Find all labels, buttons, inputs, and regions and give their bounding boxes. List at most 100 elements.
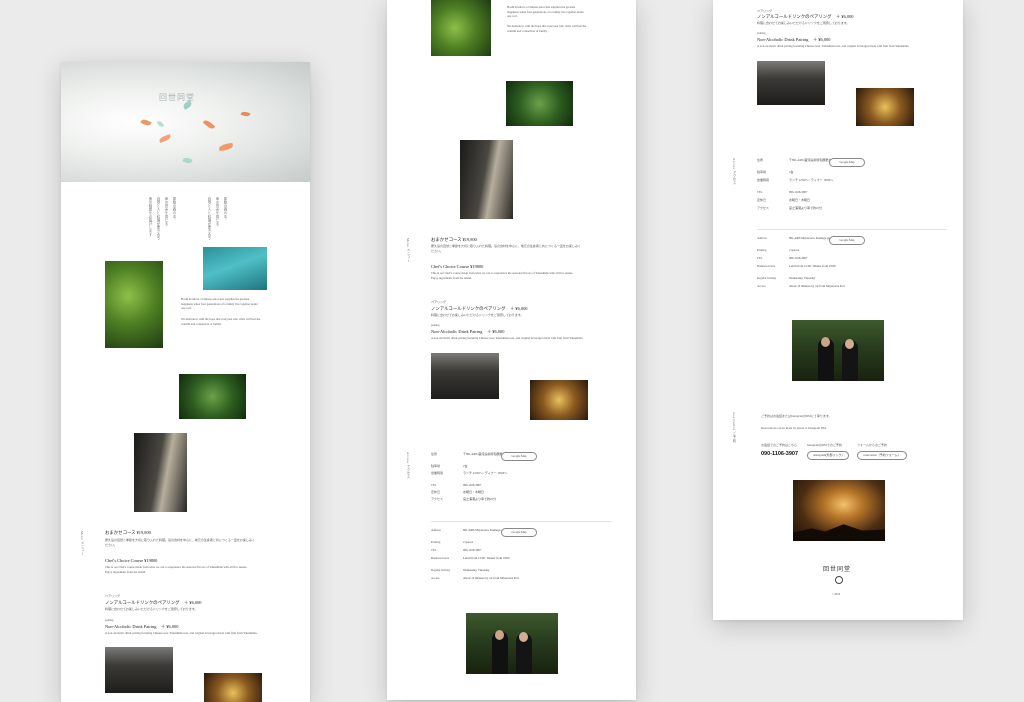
- reservation-intro-en: Reservations can be made by phone or Ins…: [761, 426, 827, 430]
- access-row: Regular holiday Wednesday, Thursday: [431, 568, 490, 572]
- access-row: Parking 2 spaces: [431, 540, 474, 544]
- phone-number[interactable]: 090-1106-3907: [761, 451, 798, 457]
- pairing-desc-en: A non-alcoholic drink pairing featuring …: [431, 336, 584, 340]
- intro-line: 自然と人と料理が響き合う: [156, 197, 160, 241]
- access-row: Business hours Lunch from 12:00 / Dinner …: [757, 264, 836, 268]
- google-map-button-en[interactable]: Google Map: [501, 528, 537, 537]
- fern-photo: [179, 374, 246, 419]
- face: [821, 337, 830, 347]
- chefs-photo: [466, 613, 558, 674]
- intro-line: 命の営みを感じる: [164, 197, 168, 226]
- pairing-desc-en: A non-alcoholic drink pairing featuring …: [757, 44, 910, 48]
- moss-photo: [431, 0, 491, 56]
- pairing-desc-jp: 料理に合わせてお楽しみいただけるドリンクをご用意しております。: [105, 607, 198, 611]
- instagram-label: InstagramのDMでのご予約: [807, 443, 842, 447]
- leaf-decoration: [202, 118, 216, 131]
- access-row: Access About 10 minutes by car from Miyan…: [757, 284, 845, 288]
- pairing-title-en: Non-Alcoholic Drink Pairing ＋ ¥6,000: [431, 329, 505, 334]
- page-preview-middle: Hoshi Kosha is a Chinese place that supp…: [387, 0, 636, 700]
- pairing-title-en: Non-Alcoholic Drink Pairing ＋ ¥6,000: [757, 37, 831, 42]
- access-row: 定休日 水曜日・木曜日: [757, 198, 811, 202]
- soup-photo: [856, 88, 914, 126]
- access-row: TEL 090-1106-3907: [757, 190, 808, 194]
- pairing-en-small: pairing: [431, 323, 440, 327]
- section-menu-label: Menu メニュー: [406, 238, 410, 263]
- pairing-title-en: Non-Alcoholic Drink Pairing ＋ ¥6,000: [105, 624, 179, 629]
- face: [845, 339, 854, 349]
- corridor-photo: [134, 433, 187, 512]
- intro-en-text: Hoshi Kosha is a Chinese place that supp…: [181, 297, 258, 311]
- leaf-decoration: [156, 120, 165, 128]
- footer-emblem-icon: [835, 576, 843, 584]
- sea-photo: [203, 247, 267, 290]
- reservation-form-button[interactable]: reservation（予約フォーム）: [857, 451, 907, 460]
- phone-label: お電話でのご予約はこちら: [761, 443, 798, 447]
- access-row: Business hours Lunch from 12:00 / Dinner …: [431, 556, 510, 560]
- fern-photo: [506, 81, 573, 126]
- basket-photo: [431, 353, 499, 399]
- access-info-en: Address 891-4406 Miyanoura, Kumage-gun Pa…: [757, 236, 947, 306]
- access-row: Parking 2 spaces: [757, 248, 800, 252]
- access-row: 営業時間 ランチ 12:00〜 / ディナー 18:00〜: [757, 178, 834, 182]
- access-row: アクセス 宮之浦港より車で約10分: [757, 206, 822, 210]
- page-preview-top: 回世同堂 原始の森の中、 命の営みを感じる 自然と人と料理が響き合う 食の時間を…: [61, 62, 310, 702]
- sunset-mountain-photo: [793, 480, 885, 541]
- access-row: TEL 090-1106-3907: [431, 548, 482, 552]
- pairing-desc-en: A non-alcoholic drink pairing featuring …: [105, 631, 258, 635]
- access-row: 定休日 水曜日・木曜日: [431, 490, 485, 494]
- course-desc-jp: 屋久島の自然と季節を大切に取り入れた料理。島の食材を中心に、地元の生産者と共につ…: [431, 244, 581, 253]
- intro-line: 原始の森の中、: [172, 197, 176, 223]
- chefs-photo: [792, 320, 884, 381]
- pairing-small-label: ペアリング: [105, 594, 121, 598]
- form-label: フォームからのご予約: [857, 443, 887, 447]
- divider: [431, 521, 611, 522]
- pairing-title-jp: ノンアルコールドリンクのペアリング ＋ ¥6,000: [757, 14, 854, 19]
- intro-en-text-2: We dedicate it with the hope that everyo…: [507, 24, 587, 33]
- intro-vertical-text: 原始の森の中、 命の営みを感じる 自然と人と料理が響き合う 食の時間をお届けしま…: [147, 197, 176, 267]
- course-title-en: Chef's Choice Course ¥19800: [431, 264, 484, 269]
- leaf-decoration: [182, 156, 193, 165]
- access-row: アクセス 宮之浦港より車で約10分: [431, 497, 496, 501]
- access-row: 駐車場 2台: [757, 170, 794, 174]
- access-row: TEL 090-1106-3907: [431, 483, 482, 487]
- intro-en-text-2: We dedicate it with the hope that everyo…: [181, 317, 261, 326]
- section-reservation-label: reservation ご予約: [732, 412, 736, 443]
- instagram-button[interactable]: Instagram(外部リンク): [807, 451, 849, 460]
- basket-photo: [757, 61, 825, 105]
- section-access-label: Access アクセス: [732, 158, 736, 186]
- leaf-decoration: [218, 142, 234, 152]
- access-info-jp: 住所 〒891-4406 鹿児島県熊毛郡屋久島町宮之浦 駐車場 2台 営業時間 ランチ…: [431, 452, 611, 522]
- intro-line: 食の時間をお届けします: [148, 197, 152, 237]
- course-desc-en: This is our Chef's course made from what…: [431, 271, 574, 280]
- access-row: Regular holiday Wednesday, Thursday: [757, 276, 816, 280]
- course-title-jp: おまかせコース ¥19,800: [105, 530, 151, 535]
- pairing-small-label: ペアリング: [431, 300, 447, 304]
- course-desc-en: This is our Chef's course made from what…: [105, 565, 248, 574]
- google-map-button[interactable]: Google Map: [501, 452, 537, 461]
- corridor-photo: [460, 140, 513, 219]
- course-title-jp: おまかせコース ¥19,800: [431, 237, 477, 242]
- access-info-jp: 住所 〒891-4406 鹿児島県熊毛郡屋久島町宮之浦 駐車場 2台 営業時間 ランチ…: [757, 158, 947, 228]
- pairing-desc-jp: 料理に合わせてお楽しみいただけるドリンクをご用意しております。: [431, 313, 524, 317]
- leaf-decoration: [140, 118, 152, 127]
- pairing-desc-jp: 料理に合わせてお楽しみいただけるドリンクをご用意しております。: [757, 21, 850, 25]
- google-map-button-en[interactable]: Google Map: [829, 236, 865, 245]
- footer-logo: 回世同堂: [823, 566, 852, 573]
- page-preview-bottom: ペアリング ノンアルコールドリンクのペアリング ＋ ¥6,000 料理に合わせて…: [713, 0, 963, 620]
- access-row: Access About 10 minutes by car from Miyan…: [431, 576, 519, 580]
- pairing-en-small: pairing: [757, 31, 766, 35]
- access-row: 営業時間 ランチ 12:00〜 / ディナー 18:00〜: [431, 471, 508, 475]
- pairing-title-jp: ノンアルコールドリンクのペアリング ＋ ¥6,000: [431, 306, 528, 311]
- access-row: 駐車場 2台: [431, 464, 468, 468]
- pairing-small-label: ペアリング: [757, 9, 773, 13]
- access-info-en: Address 891-4406 Miyanoura, Kumage-gun Pa…: [431, 528, 611, 588]
- basket-photo: [105, 647, 173, 693]
- course-desc-jp: 屋久島の自然と季節を大切に取り入れた料理。島の食材を中心に、地元の生産者と共につ…: [105, 538, 255, 547]
- face: [519, 632, 528, 642]
- leaf-decoration: [158, 134, 172, 143]
- divider: [757, 229, 947, 230]
- google-map-button[interactable]: Google Map: [829, 158, 865, 167]
- face: [495, 630, 504, 640]
- access-row: TEL 090-1106-3907: [757, 256, 808, 260]
- mountain-silhouette: [793, 524, 885, 541]
